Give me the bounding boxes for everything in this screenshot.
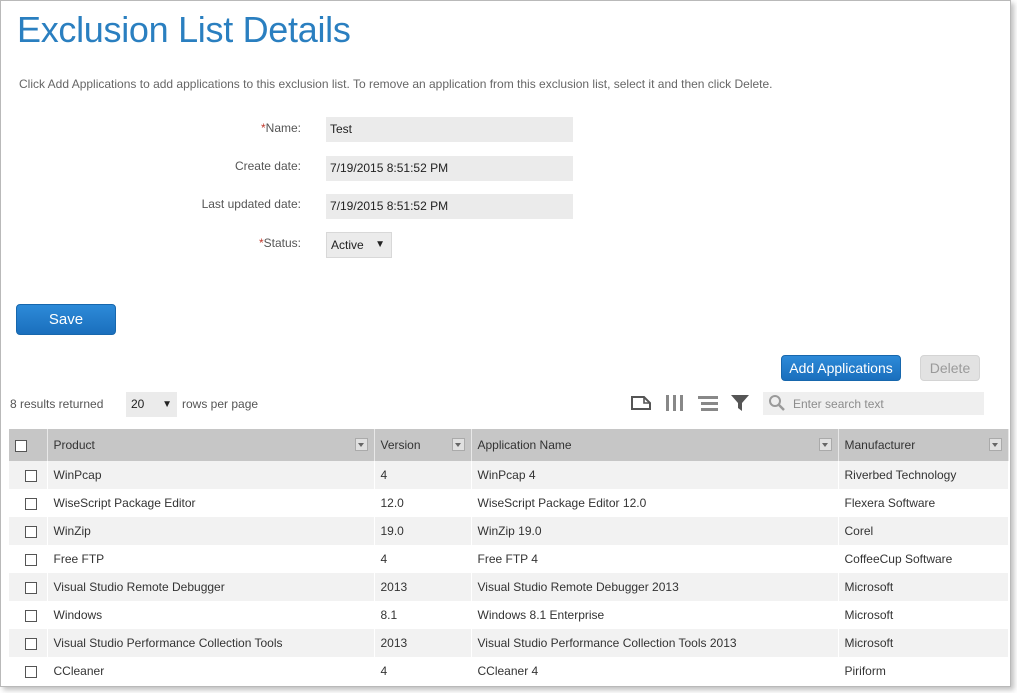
search-input[interactable] [791, 394, 980, 414]
columns-icon[interactable] [664, 393, 686, 413]
status-value: Active [331, 238, 364, 252]
search-icon [768, 394, 786, 417]
applications-table: Product Version Application Name Manufac… [9, 429, 1009, 685]
table-row[interactable]: Visual Studio Performance Collection Too… [9, 629, 1009, 657]
page-title: Exclusion List Details [17, 9, 351, 50]
product-cell: Windows [47, 601, 375, 629]
name-label: *Name: [260, 121, 301, 135]
app-name-cell: Windows 8.1 Enterprise [471, 601, 839, 629]
column-menu-icon[interactable] [354, 438, 368, 451]
app-name-cell: Visual Studio Remote Debugger 2013 [471, 573, 839, 601]
manufacturer-cell: Microsoft [838, 573, 1009, 601]
status-label: *Status: [258, 236, 301, 250]
last-updated-label: Last updated date: [201, 197, 301, 211]
app-name-cell: WiseScript Package Editor 12.0 [471, 489, 839, 517]
filter-icon[interactable] [730, 393, 752, 413]
add-applications-button[interactable]: Add Applications [781, 355, 901, 381]
group-icon[interactable] [697, 393, 719, 413]
name-field[interactable]: Test [326, 117, 573, 142]
table-row[interactable]: WinPcap 4 WinPcap 4 Riverbed Technology [9, 461, 1009, 489]
product-cell: WiseScript Package Editor [47, 489, 375, 517]
column-header-product[interactable]: Product [47, 429, 375, 461]
product-cell: WinPcap [47, 461, 375, 489]
row-checkbox[interactable] [24, 637, 37, 650]
column-menu-icon[interactable] [818, 438, 832, 451]
status-row: *Status: Active ▼ [1, 232, 601, 258]
exclusion-list-window: Exclusion List Details Click Add Applica… [0, 0, 1011, 687]
export-icon[interactable] [630, 393, 652, 413]
version-cell: 19.0 [374, 517, 472, 545]
row-checkbox[interactable] [24, 553, 37, 566]
manufacturer-cell: Microsoft [838, 629, 1009, 657]
table-row[interactable]: Windows 8.1 Windows 8.1 Enterprise Micro… [9, 601, 1009, 629]
column-menu-icon[interactable] [988, 438, 1002, 451]
column-header-version[interactable]: Version [374, 429, 472, 461]
product-cell: WinZip [47, 517, 375, 545]
table-row[interactable]: WinZip 19.0 WinZip 19.0 Corel [9, 517, 1009, 545]
search-box [763, 392, 984, 415]
product-cell: Visual Studio Performance Collection Too… [47, 629, 375, 657]
manufacturer-cell: Riverbed Technology [838, 461, 1009, 489]
row-checkbox[interactable] [24, 497, 37, 510]
column-header-application-name[interactable]: Application Name [471, 429, 839, 461]
table-header-row: Product Version Application Name Manufac… [9, 429, 1009, 461]
select-all-header [9, 429, 48, 461]
version-cell: 4 [374, 461, 472, 489]
column-menu-icon[interactable] [451, 438, 465, 451]
version-cell: 8.1 [374, 601, 472, 629]
manufacturer-cell: Microsoft [838, 601, 1009, 629]
row-checkbox[interactable] [24, 665, 37, 678]
version-cell: 2013 [374, 629, 472, 657]
row-checkbox[interactable] [24, 609, 37, 622]
app-name-cell: WinZip 19.0 [471, 517, 839, 545]
delete-button[interactable]: Delete [920, 355, 980, 381]
app-name-cell: CCleaner 4 [471, 657, 839, 685]
results-count: 8 results returned [10, 397, 104, 411]
version-cell: 2013 [374, 573, 472, 601]
last-updated-row: Last updated date: 7/19/2015 8:51:52 PM [1, 194, 601, 220]
manufacturer-cell: Corel [838, 517, 1009, 545]
select-all-checkbox[interactable] [15, 439, 27, 452]
row-checkbox[interactable] [24, 525, 37, 538]
version-cell: 12.0 [374, 489, 472, 517]
version-cell: 4 [374, 545, 472, 573]
product-cell: CCleaner [47, 657, 375, 685]
rows-per-page-label: rows per page [182, 397, 259, 411]
rows-per-page-select[interactable]: 20 ▼ [126, 392, 177, 417]
table-row[interactable]: Free FTP 4 Free FTP 4 CoffeeCup Software [9, 545, 1009, 573]
page-instructions: Click Add Applications to add applicatio… [19, 77, 773, 91]
manufacturer-cell: Piriform [838, 657, 1009, 685]
app-name-cell: Visual Studio Performance Collection Too… [471, 629, 839, 657]
column-header-manufacturer[interactable]: Manufacturer [838, 429, 1009, 461]
last-updated-field: 7/19/2015 8:51:52 PM [326, 194, 573, 219]
chevron-down-icon: ▼ [375, 239, 385, 250]
table-row[interactable]: Visual Studio Remote Debugger 2013 Visua… [9, 573, 1009, 601]
app-name-cell: WinPcap 4 [471, 461, 839, 489]
row-checkbox[interactable] [24, 469, 37, 482]
version-cell: 4 [374, 657, 472, 685]
save-button[interactable]: Save [16, 304, 116, 335]
create-date-field: 7/19/2015 8:51:52 PM [326, 156, 573, 181]
rows-per-page-value: 20 [131, 397, 145, 411]
name-row: *Name: Test [1, 117, 601, 143]
manufacturer-cell: CoffeeCup Software [838, 545, 1009, 573]
product-cell: Visual Studio Remote Debugger [47, 573, 375, 601]
table-row[interactable]: CCleaner 4 CCleaner 4 Piriform [9, 657, 1009, 685]
status-select[interactable]: Active ▼ [326, 232, 392, 258]
table-row[interactable]: WiseScript Package Editor 12.0 WiseScrip… [9, 489, 1009, 517]
chevron-down-icon: ▼ [162, 399, 172, 410]
create-date-row: Create date: 7/19/2015 8:51:52 PM [1, 156, 601, 182]
product-cell: Free FTP [47, 545, 375, 573]
app-name-cell: Free FTP 4 [471, 545, 839, 573]
row-checkbox[interactable] [24, 581, 37, 594]
manufacturer-cell: Flexera Software [838, 489, 1009, 517]
create-date-label: Create date: [234, 159, 301, 173]
